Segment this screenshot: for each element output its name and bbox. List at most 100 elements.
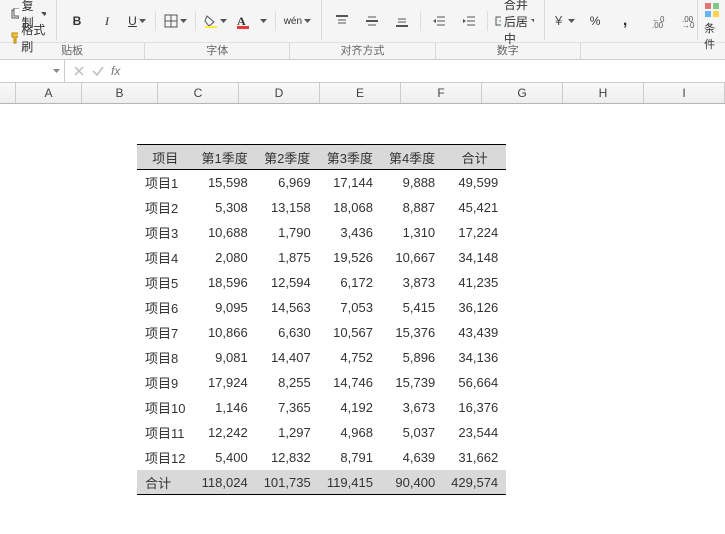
cell[interactable]: 49,599 [443, 170, 506, 195]
cell[interactable]: 1,297 [256, 420, 319, 445]
align-middle-button[interactable] [358, 9, 386, 33]
column-header-D[interactable]: D [239, 83, 320, 103]
column-header-H[interactable]: H [563, 83, 644, 103]
row-name[interactable]: 项目9 [137, 370, 193, 395]
row-name[interactable]: 项目7 [137, 320, 193, 345]
row-name[interactable]: 项目1 [137, 170, 193, 195]
table-row[interactable]: 项目710,8666,63010,56715,37643,439 [137, 320, 506, 345]
name-box[interactable] [0, 60, 65, 82]
cell[interactable]: 17,924 [193, 370, 255, 395]
cell[interactable]: 14,746 [319, 370, 381, 395]
cell[interactable]: 14,563 [256, 295, 319, 320]
total-cell[interactable]: 429,574 [443, 470, 506, 495]
cell[interactable]: 4,639 [381, 445, 443, 470]
table-row[interactable]: 项目1112,2421,2974,9685,03723,544 [137, 420, 506, 445]
underline-button[interactable]: U [123, 9, 151, 33]
column-header-F[interactable]: F [401, 83, 482, 103]
merge-center-button[interactable]: 合并后居中 [491, 9, 538, 33]
indent-decrease-button[interactable] [425, 9, 453, 33]
phonetic-button[interactable]: wén [280, 9, 315, 33]
cell[interactable]: 1,790 [256, 220, 319, 245]
comma-button[interactable]: , [611, 9, 639, 33]
border-button[interactable] [160, 9, 191, 33]
cancel-button[interactable] [73, 65, 85, 77]
table-header[interactable]: 第2季度 [256, 145, 319, 170]
enter-button[interactable] [91, 65, 105, 77]
row-name[interactable]: 项目11 [137, 420, 193, 445]
bold-button[interactable]: B [63, 9, 91, 33]
cell[interactable]: 17,144 [319, 170, 381, 195]
cell[interactable]: 5,400 [193, 445, 255, 470]
cell[interactable]: 10,866 [193, 320, 255, 345]
cell[interactable]: 12,242 [193, 420, 255, 445]
increase-decimal-button[interactable]: ←0.00 [647, 9, 675, 33]
cell[interactable]: 18,596 [193, 270, 255, 295]
cell[interactable]: 8,887 [381, 195, 443, 220]
cell[interactable]: 3,436 [319, 220, 381, 245]
cell[interactable]: 4,752 [319, 345, 381, 370]
table-row[interactable]: 项目518,59612,5946,1723,87341,235 [137, 270, 506, 295]
cell[interactable]: 17,224 [443, 220, 506, 245]
cell[interactable]: 18,068 [319, 195, 381, 220]
select-all-corner[interactable] [0, 83, 16, 103]
cell[interactable]: 1,310 [381, 220, 443, 245]
table-row[interactable]: 项目917,9248,25514,74615,73956,664 [137, 370, 506, 395]
row-name[interactable]: 项目4 [137, 245, 193, 270]
font-color-button[interactable]: A [233, 9, 271, 33]
indent-increase-button[interactable] [455, 9, 483, 33]
format-painter-button[interactable]: 格式刷 [6, 26, 50, 50]
cell[interactable]: 9,095 [193, 295, 255, 320]
cell[interactable]: 4,192 [319, 395, 381, 420]
cell[interactable]: 15,739 [381, 370, 443, 395]
cell[interactable]: 1,875 [256, 245, 319, 270]
cell[interactable]: 15,376 [381, 320, 443, 345]
cell[interactable]: 6,969 [256, 170, 319, 195]
cell[interactable]: 19,526 [319, 245, 381, 270]
column-header-G[interactable]: G [482, 83, 563, 103]
cell[interactable]: 43,439 [443, 320, 506, 345]
cell[interactable]: 1,146 [193, 395, 255, 420]
total-label[interactable]: 合计 [137, 470, 193, 495]
fx-button[interactable]: fx [111, 64, 120, 78]
table-row[interactable]: 项目42,0801,87519,52610,66734,148 [137, 245, 506, 270]
table-header[interactable]: 项目 [137, 145, 193, 170]
table-header[interactable]: 合计 [443, 145, 506, 170]
total-cell[interactable]: 101,735 [256, 470, 319, 495]
cell[interactable]: 12,594 [256, 270, 319, 295]
cell[interactable]: 3,873 [381, 270, 443, 295]
column-header-I[interactable]: I [644, 83, 725, 103]
cell[interactable]: 10,688 [193, 220, 255, 245]
cell[interactable]: 5,037 [381, 420, 443, 445]
cell[interactable]: 6,630 [256, 320, 319, 345]
row-name[interactable]: 项目5 [137, 270, 193, 295]
italic-button[interactable]: I [93, 9, 121, 33]
cell[interactable]: 7,053 [319, 295, 381, 320]
column-header-B[interactable]: B [82, 83, 158, 103]
total-cell[interactable]: 119,415 [319, 470, 381, 495]
row-name[interactable]: 项目2 [137, 195, 193, 220]
table-header[interactable]: 第4季度 [381, 145, 443, 170]
cell[interactable]: 14,407 [256, 345, 319, 370]
row-name[interactable]: 项目12 [137, 445, 193, 470]
total-cell[interactable]: 90,400 [381, 470, 443, 495]
percent-button[interactable]: % [581, 9, 609, 33]
column-header-E[interactable]: E [320, 83, 401, 103]
column-header-A[interactable]: A [16, 83, 82, 103]
cell[interactable]: 36,126 [443, 295, 506, 320]
row-name[interactable]: 项目6 [137, 295, 193, 320]
currency-button[interactable]: ¥ [551, 9, 579, 33]
cell[interactable]: 56,664 [443, 370, 506, 395]
cell[interactable]: 34,148 [443, 245, 506, 270]
cell[interactable]: 12,832 [256, 445, 319, 470]
table-header[interactable]: 第1季度 [193, 145, 255, 170]
cell[interactable]: 10,567 [319, 320, 381, 345]
align-top-button[interactable] [328, 9, 356, 33]
cell[interactable]: 2,080 [193, 245, 255, 270]
cell[interactable]: 8,791 [319, 445, 381, 470]
align-bottom-button[interactable] [388, 9, 416, 33]
table-row[interactable]: 项目115,5986,96917,1449,88849,599 [137, 170, 506, 195]
table-row[interactable]: 项目101,1467,3654,1923,67316,376 [137, 395, 506, 420]
worksheet[interactable]: 项目第1季度第2季度第3季度第4季度合计项目115,5986,96917,144… [0, 104, 725, 534]
cell[interactable]: 13,158 [256, 195, 319, 220]
row-name[interactable]: 项目8 [137, 345, 193, 370]
